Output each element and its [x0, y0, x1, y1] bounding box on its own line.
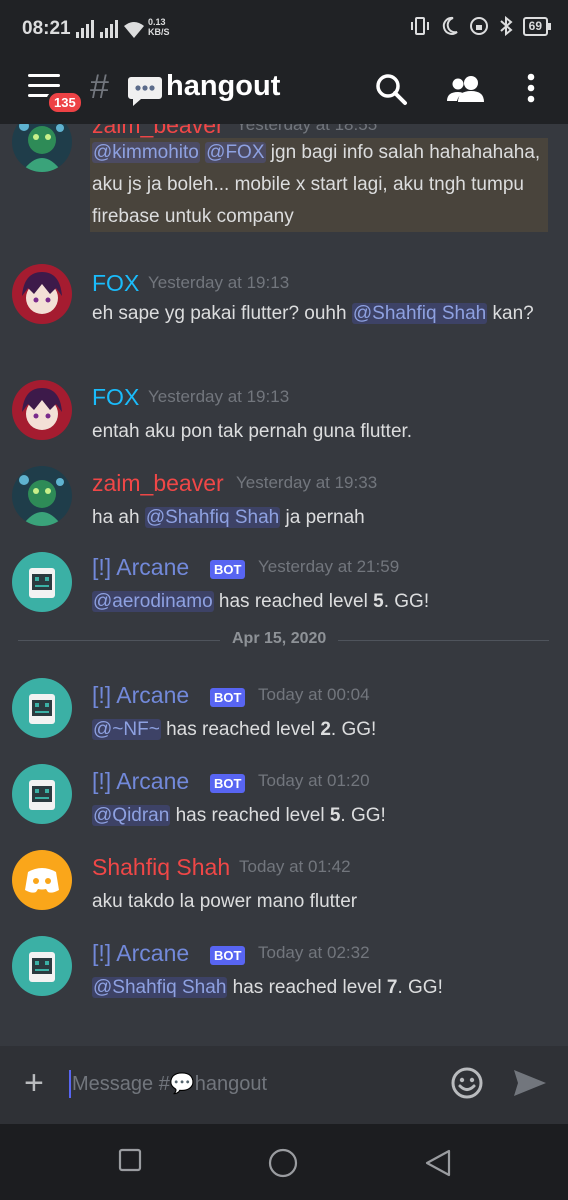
message-fragment: . GG! [397, 977, 443, 998]
message-composer: + [0, 1046, 568, 1124]
network-speed-unit: KB/S [148, 27, 170, 37]
user-mention[interactable]: @aerodinamo [92, 591, 214, 612]
bot-badge: BOT [210, 774, 246, 793]
message-timestamp: Yesterday at 21:59 [258, 557, 400, 576]
message-fragment: ha ah [92, 507, 145, 528]
bluetooth-icon [499, 16, 513, 36]
user-mention[interactable]: @Shahfiq Shah [92, 977, 228, 998]
avatar[interactable] [12, 552, 72, 612]
avatar[interactable] [12, 850, 72, 910]
message-timestamp: Yesterday at 19:13 [148, 273, 290, 292]
message-fragment: . GG! [330, 719, 377, 740]
level-number: 7 [386, 977, 398, 998]
message-fragment: kan? [487, 303, 534, 324]
message-fragment: has reached level [213, 591, 374, 612]
message-timestamp: Yesterday at 18:55 [236, 124, 378, 134]
user-mention[interactable]: @Qidran [92, 805, 171, 826]
message-fragment: aku takdo la power mano flutter [92, 891, 358, 912]
moon-icon [442, 16, 458, 35]
status-bar: 08:21 0.13 KB/S 69 [0, 0, 568, 58]
user-mention[interactable]: @FOX [205, 142, 266, 163]
hash-icon: # [90, 68, 109, 106]
status-time: 08:21 [22, 18, 71, 39]
level-number: 5 [373, 591, 384, 612]
message-text: ha ah @Shahfiq Shah ja pernah [92, 502, 552, 534]
plus-icon[interactable]: + [24, 1066, 44, 1100]
avatar[interactable] [12, 678, 72, 738]
home-icon[interactable] [268, 1148, 298, 1183]
level-number: 5 [329, 805, 341, 826]
author-name[interactable]: Shahfiq Shah [92, 854, 230, 881]
members-icon[interactable] [446, 72, 486, 111]
signal-icon [76, 20, 144, 38]
message-text: @kimmohito @FOX jgn bagi info salah haha… [92, 137, 552, 233]
recents-icon[interactable] [118, 1148, 142, 1177]
message-fragment: entah aku pon tak pernah guna flutter. [92, 421, 413, 442]
avatar[interactable] [12, 380, 72, 440]
avatar[interactable] [12, 936, 72, 996]
bot-badge: BOT [210, 946, 246, 965]
menu-icon-line [28, 84, 60, 87]
message-timestamp: Yesterday at 19:13 [148, 387, 290, 406]
signal-icons [76, 20, 146, 43]
lock-icon [469, 17, 488, 35]
author-name[interactable]: FOX [92, 270, 139, 297]
message-text: @aerodinamo has reached level 5. GG! [92, 586, 552, 618]
message-text: @Shahfiq Shah has reached level 7. GG! [92, 972, 552, 1004]
battery-level: 69 [522, 16, 552, 36]
avatar[interactable] [12, 466, 72, 526]
message-text: eh sape yg pakai flutter? ouhh @Shahfiq … [92, 298, 552, 330]
message-timestamp: Today at 00:04 [258, 685, 370, 704]
message-timestamp: Today at 01:20 [258, 771, 370, 790]
channel-title: hangout [166, 70, 281, 102]
message-input[interactable] [70, 1066, 434, 1102]
user-mention[interactable]: @~NF~ [92, 719, 161, 740]
vibrate-icon [410, 17, 429, 35]
network-speed-value: 0.13 [148, 17, 166, 27]
date-divider-label: Apr 15, 2020 [220, 630, 339, 648]
bot-badge: BOT [210, 688, 246, 707]
bot-badge: BOT [210, 560, 246, 579]
message-timestamp: Today at 01:42 [239, 857, 351, 876]
author-name[interactable]: [!] Arcane [92, 940, 189, 967]
emoji-icon[interactable] [450, 1066, 484, 1105]
unread-badge: 135 [46, 90, 84, 115]
message-fragment: has reached level [227, 977, 387, 998]
message-fragment: has reached level [170, 805, 330, 826]
speech-bubble-icon [127, 75, 163, 112]
back-icon[interactable] [424, 1148, 452, 1183]
message-list[interactable]: zaim_beaver Yesterday at 18:55 @kimmohit… [0, 124, 568, 1046]
author-name[interactable]: FOX [92, 384, 139, 411]
network-speed: 0.13 KB/S [148, 17, 170, 37]
send-icon[interactable] [512, 1068, 548, 1103]
search-icon[interactable] [374, 72, 408, 111]
message-timestamp: Yesterday at 19:33 [236, 473, 378, 492]
user-mention[interactable]: @Shahfiq Shah [144, 507, 281, 528]
channel-header: 135 # hangout [0, 58, 568, 124]
message-fragment: has reached level [160, 719, 321, 740]
more-options-icon[interactable] [524, 72, 538, 111]
menu-icon-line [28, 74, 60, 77]
message-text: entah aku pon tak pernah guna flutter. [92, 416, 552, 448]
author-name[interactable]: [!] Arcane [92, 682, 189, 709]
message-text: @Qidran has reached level 5. GG! [92, 800, 552, 832]
level-number: 2 [320, 719, 331, 740]
author-name[interactable]: zaim_beaver [92, 470, 224, 497]
system-nav-bar [0, 1124, 568, 1200]
avatar[interactable] [12, 764, 72, 824]
avatar[interactable] [12, 124, 72, 172]
user-mention[interactable]: @kimmohito [92, 142, 200, 163]
message-fragment: . GG! [383, 591, 430, 612]
status-right-icons: 69 [409, 16, 552, 36]
message-fragment: . GG! [340, 805, 386, 826]
avatar[interactable] [12, 264, 72, 324]
message-text: aku takdo la power mano flutter [92, 886, 552, 918]
user-mention[interactable]: @Shahfiq Shah [351, 303, 488, 324]
message-fragment: ja pernah [280, 507, 365, 528]
message-text: @~NF~ has reached level 2. GG! [92, 714, 552, 746]
author-name[interactable]: [!] Arcane [92, 554, 189, 581]
message-fragment: eh sape yg pakai flutter? ouhh [92, 303, 352, 324]
author-name[interactable]: [!] Arcane [92, 768, 189, 795]
message-timestamp: Today at 02:32 [258, 943, 370, 962]
